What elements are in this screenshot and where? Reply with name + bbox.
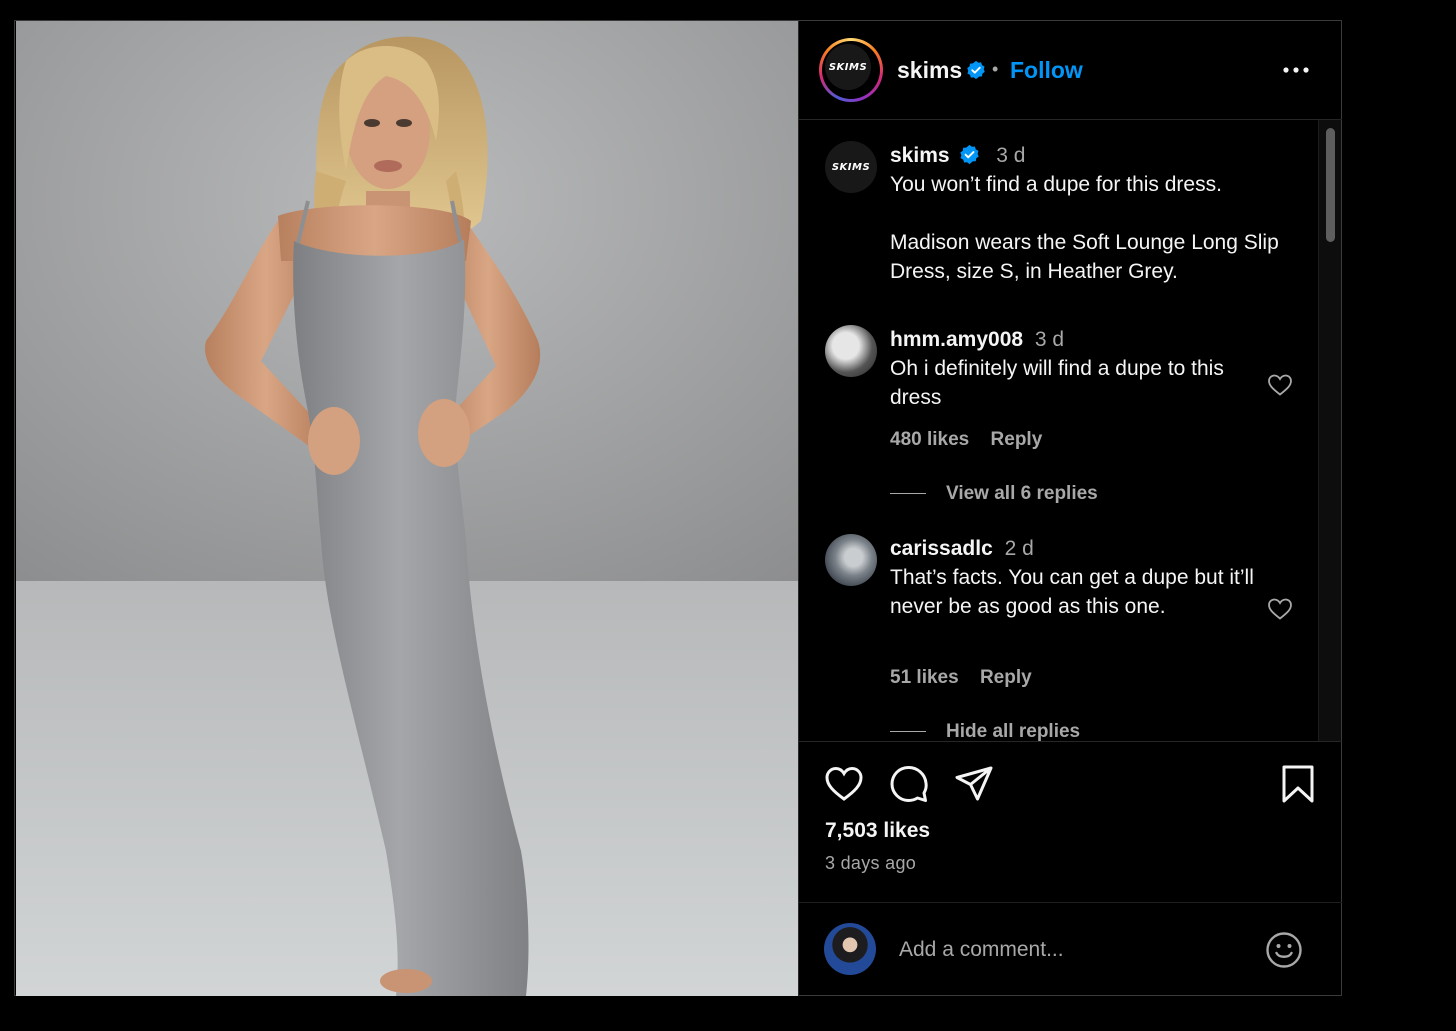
post-side-panel: SKIMS skims • Follow SKIMS skims 3 d You…	[798, 21, 1342, 996]
comment-username[interactable]: carissadlc	[890, 537, 993, 560]
view-replies-button[interactable]: View all 6 replies	[890, 483, 1098, 505]
post-likes-count[interactable]: 7,503 likes	[825, 819, 930, 843]
like-heart-icon[interactable]	[824, 764, 864, 804]
emoji-icon[interactable]	[1265, 931, 1303, 969]
header-username[interactable]: skims	[897, 57, 962, 84]
reply-button[interactable]: Reply	[980, 667, 1032, 688]
reply-button[interactable]: Reply	[991, 429, 1043, 450]
comment-likes-count[interactable]: 51 likes	[890, 667, 959, 688]
header-separator: •	[992, 59, 999, 79]
hide-replies-button[interactable]: Hide all replies	[890, 721, 1080, 741]
model-in-grey-dress-illustration	[16, 21, 798, 996]
caption-time: 3 d	[996, 144, 1026, 167]
post-timestamp: 3 days ago	[825, 853, 917, 873]
post-modal: SKIMS skims • Follow SKIMS skims 3 d You…	[14, 20, 1342, 996]
comment-icon[interactable]	[889, 764, 929, 804]
commenter-avatar[interactable]	[825, 325, 877, 377]
post-actions: 7,503 likes 3 days ago	[799, 741, 1342, 996]
add-comment-row	[799, 902, 1342, 997]
comment-like-heart-icon[interactable]	[1267, 373, 1293, 397]
skims-logo-avatar: SKIMS	[825, 44, 871, 90]
caption-line-1: You won’t find a dupe for this dress.	[890, 173, 1222, 196]
comment-username[interactable]: hmm.amy008	[890, 328, 1023, 351]
verified-badge-icon	[967, 60, 985, 80]
follow-button[interactable]: Follow	[1010, 57, 1083, 84]
scrollbar-thumb[interactable]	[1326, 128, 1335, 242]
share-icon[interactable]	[954, 764, 994, 804]
comment-like-heart-icon[interactable]	[1267, 597, 1293, 621]
comment-time: 3 d	[1034, 328, 1065, 351]
comment-likes-count[interactable]: 480 likes	[890, 429, 969, 450]
caption-line-2: Madison wears the Soft Lounge Long Slip …	[890, 231, 1279, 283]
story-ring-avatar[interactable]: SKIMS	[819, 38, 883, 102]
comment-text: Oh i definitely will find a dupe to this…	[890, 357, 1224, 409]
current-user-avatar[interactable]	[824, 923, 876, 975]
caption-username[interactable]: skims	[890, 144, 950, 167]
comment-text: That’s facts. You can get a dupe but it’…	[890, 566, 1254, 618]
add-comment-input[interactable]	[897, 933, 1241, 967]
more-options-icon[interactable]	[1281, 57, 1311, 83]
post-photo[interactable]	[16, 21, 798, 996]
comments-scrollbar[interactable]	[1318, 120, 1341, 741]
verified-badge-icon	[960, 144, 980, 165]
commenter-avatar[interactable]	[825, 534, 877, 586]
bookmark-icon[interactable]	[1278, 764, 1318, 804]
caption-avatar[interactable]: SKIMS	[825, 141, 877, 193]
comment-time: 2 d	[1004, 537, 1034, 560]
comments-list[interactable]: SKIMS skims 3 d You won’t find a dupe fo…	[799, 120, 1342, 741]
post-header: SKIMS skims • Follow	[799, 21, 1342, 120]
